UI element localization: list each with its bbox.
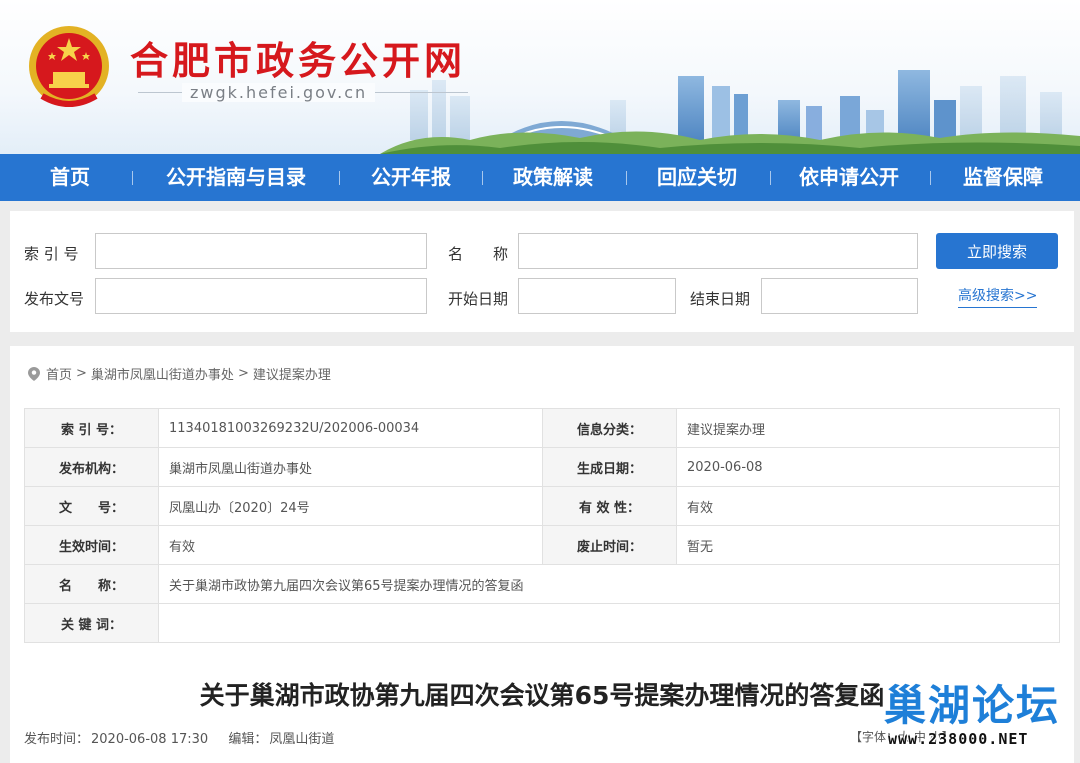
start-date-label: 开始日期: [448, 290, 509, 308]
name-input[interactable]: [518, 233, 918, 269]
nav-divider: [132, 171, 133, 185]
editor: 凤凰山街道: [269, 732, 335, 747]
doc-no-input[interactable]: [95, 278, 427, 314]
effective-time-value: 有效: [158, 525, 543, 565]
publish-info: 发布时间： 2020-06-08 17:30 编辑： 凤凰山街道: [24, 728, 336, 747]
created-date-value: 2020-06-08: [676, 447, 1060, 487]
breadcrumb-separator: >: [237, 366, 249, 381]
site-header: 合肥市政务公开网 zwgk.hefei.gov.cn: [0, 0, 1080, 154]
doc-name-key: 名 称：: [24, 564, 159, 604]
name-label: 名 称: [448, 245, 509, 263]
end-date-label: 结束日期: [690, 290, 751, 308]
validity-value: 有效: [676, 486, 1060, 526]
nav-divider: [482, 171, 483, 185]
table-row: 生效时间： 有效 废止时间： 暂无: [24, 525, 1060, 565]
watermark-url: www.238000.NET: [888, 730, 1029, 748]
forum-watermark: 巢湖论坛 www.238000.NET: [884, 672, 1074, 762]
breadcrumb-level1[interactable]: 巢湖市凤凰山街道办事处: [91, 364, 234, 383]
table-row: 名 称： 关于巢湖市政协第九届四次会议第65号提案办理情况的答复函: [24, 564, 1060, 604]
document-metadata-table: 索 引 号： 11340181003269232U/202006-00034 信…: [24, 408, 1060, 643]
publisher-key: 发布机构：: [24, 447, 159, 487]
breadcrumb-level2[interactable]: 建议提案办理: [253, 364, 331, 383]
start-date-input[interactable]: [518, 278, 676, 314]
table-row: 索 引 号： 11340181003269232U/202006-00034 信…: [24, 408, 1060, 448]
nav-divider: [626, 171, 627, 185]
doc-no-key: 文 号：: [24, 486, 159, 526]
end-date-input[interactable]: [761, 278, 918, 314]
search-panel: 索 引 号 名 称 立即搜索 发布文号 开始日期 结束日期 高级搜索>>: [10, 211, 1074, 332]
editor-label: 编辑：: [228, 732, 268, 747]
nav-item-supervision[interactable]: 监督保障: [948, 154, 1058, 201]
abolish-time-key: 废止时间：: [542, 525, 677, 565]
table-row: 关 键 词：: [24, 603, 1060, 643]
index-no-input[interactable]: [95, 233, 427, 269]
publish-time: 2020-06-08 17:30: [91, 732, 209, 747]
nav-item-home[interactable]: 首页: [22, 154, 118, 201]
breadcrumb-home[interactable]: 首页: [46, 364, 72, 383]
nav-item-apply-disclosure[interactable]: 依申请公开: [786, 154, 912, 201]
watermark-text: 巢湖论坛: [884, 681, 1061, 730]
doc-name-value: 关于巢湖市政协第九届四次会议第65号提案办理情况的答复函: [158, 564, 1060, 604]
site-domain: zwgk.hefei.gov.cn: [182, 83, 376, 102]
index-no-value: 11340181003269232U/202006-00034: [158, 408, 543, 448]
category-value: 建议提案办理: [676, 408, 1060, 448]
nav-item-guide[interactable]: 公开指南与目录: [150, 154, 322, 201]
national-emblem-icon: [29, 26, 109, 107]
table-row: 文 号： 凤凰山办〔2020〕24号 有 效 性： 有效: [24, 486, 1060, 526]
breadcrumb: 首页 > 巢湖市凤凰山街道办事处 > 建议提案办理: [28, 364, 331, 383]
abolish-time-value: 暂无: [676, 525, 1060, 565]
table-row: 发布机构： 巢湖市凤凰山街道办事处 生成日期： 2020-06-08: [24, 447, 1060, 487]
nav-divider: [770, 171, 771, 185]
index-no-label: 索 引 号: [24, 245, 79, 263]
doc-no-label: 发布文号: [24, 290, 85, 308]
nav-item-response[interactable]: 回应关切: [642, 154, 752, 201]
created-date-key: 生成日期：: [542, 447, 677, 487]
location-pin-icon: [28, 366, 40, 381]
validity-key: 有 效 性：: [542, 486, 677, 526]
keywords-key: 关 键 词：: [24, 603, 159, 643]
search-button[interactable]: 立即搜索: [936, 233, 1058, 269]
index-no-key: 索 引 号：: [24, 408, 159, 448]
nav-divider: [930, 171, 931, 185]
advanced-search-link[interactable]: 高级搜索>>: [958, 285, 1038, 308]
site-title: 合肥市政务公开网: [130, 38, 467, 83]
category-key: 信息分类：: [542, 408, 677, 448]
doc-no-value: 凤凰山办〔2020〕24号: [158, 486, 543, 526]
nav-item-policy-interpretation[interactable]: 政策解读: [498, 154, 608, 201]
nav-item-annual-report[interactable]: 公开年报: [356, 154, 466, 201]
breadcrumb-separator: >: [76, 366, 87, 381]
keywords-value: [158, 603, 1060, 643]
nav-divider: [339, 171, 340, 185]
publisher-value: 巢湖市凤凰山街道办事处: [158, 447, 543, 487]
effective-time-key: 生效时间：: [24, 525, 159, 565]
publish-time-label: 发布时间：: [24, 732, 90, 747]
main-nav: 首页 公开指南与目录 公开年报 政策解读 回应关切 依申请公开 监督保障: [0, 154, 1080, 201]
